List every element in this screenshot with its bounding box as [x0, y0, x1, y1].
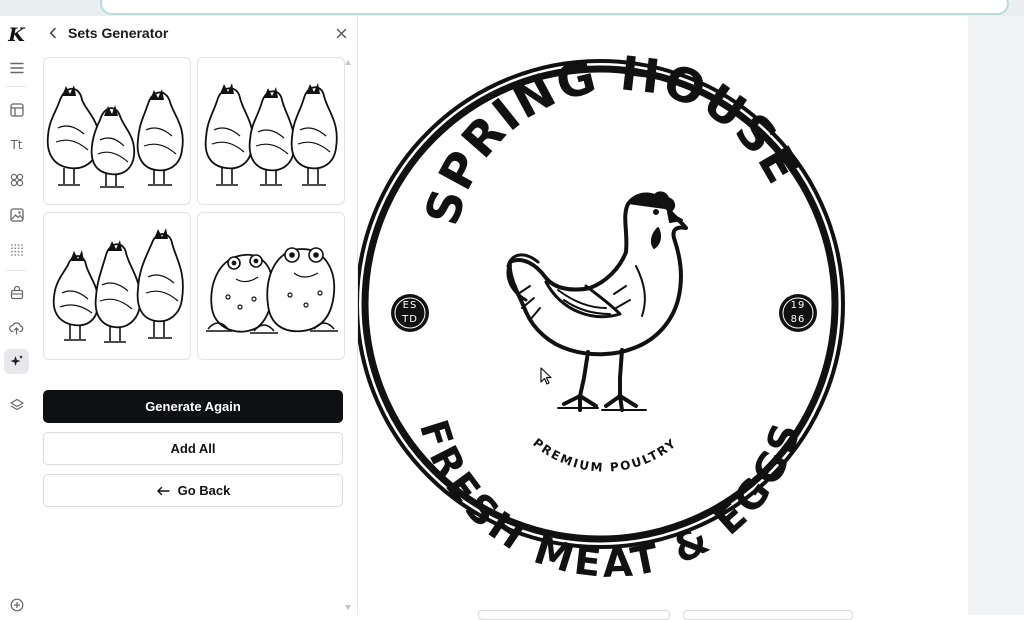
- panel-header: Sets Generator: [33, 16, 357, 52]
- elements-icon: [10, 173, 23, 186]
- hens-illustration: [52, 228, 184, 343]
- generate-again-label: Generate Again: [145, 399, 241, 414]
- rail-item-templates[interactable]: [4, 97, 29, 122]
- app-logo[interactable]: K: [4, 22, 29, 47]
- text-icon: Tt: [10, 137, 23, 152]
- result-thumbnail[interactable]: [197, 57, 345, 205]
- left-badge-line2: TD: [401, 314, 418, 325]
- rail-divider: [7, 86, 25, 87]
- rail-item-text[interactable]: Tt: [4, 132, 29, 157]
- menu-icon: [9, 62, 24, 73]
- menu-button[interactable]: [4, 55, 29, 80]
- brand-kit-icon: [10, 285, 23, 299]
- tool-rail: K Tt: [0, 16, 34, 615]
- close-icon: [336, 28, 346, 38]
- left-badge: ES TD: [391, 294, 429, 332]
- add-all-button[interactable]: Add All: [43, 432, 343, 465]
- result-thumbnail[interactable]: [43, 212, 191, 360]
- scroll-down-arrow[interactable]: [345, 605, 351, 610]
- panel-close-button[interactable]: [333, 25, 349, 41]
- toads-illustration: [206, 247, 338, 334]
- logo-letter: K: [8, 23, 25, 46]
- rail-item-brand[interactable]: [4, 280, 29, 305]
- rail-item-patterns[interactable]: [4, 237, 29, 262]
- result-thumbnail[interactable]: [197, 212, 345, 360]
- rail-divider: [7, 270, 25, 271]
- grid-icon: [10, 243, 23, 256]
- hens-illustration: [204, 83, 338, 186]
- add-circle-icon: [10, 598, 23, 611]
- address-bar[interactable]: [100, 0, 1009, 15]
- bottom-toolbar-button[interactable]: [478, 610, 670, 620]
- upload-icon: [9, 321, 24, 335]
- left-badge-line1: ES: [403, 300, 418, 311]
- rail-item-uploads[interactable]: [4, 315, 29, 340]
- go-back-label: Go Back: [177, 483, 231, 498]
- layout-icon: [9, 102, 24, 117]
- rail-item-layers[interactable]: [4, 392, 29, 417]
- right-badge: 19 86: [779, 294, 817, 332]
- generate-again-button[interactable]: Generate Again: [43, 390, 343, 423]
- rail-item-magic[interactable]: [4, 349, 29, 374]
- bottom-toolbar-button[interactable]: [683, 610, 853, 620]
- magic-sparkle-icon: [10, 355, 23, 366]
- spring-house-logo[interactable]: SPRING HOUSE FRESH MEAT & EGGS PREMIUM P…: [355, 16, 968, 615]
- chevron-left-icon: [49, 27, 56, 39]
- sets-generator-panel: Sets Generator Generate Again Add All Go…: [33, 16, 358, 615]
- right-badge-line1: 19: [791, 300, 806, 311]
- hens-illustration: [46, 85, 184, 188]
- rail-item-elements[interactable]: [4, 167, 29, 192]
- layers-icon: [9, 398, 24, 410]
- right-badge-line2: 86: [791, 314, 806, 325]
- design-canvas[interactable]: SPRING HOUSE FRESH MEAT & EGGS PREMIUM P…: [355, 16, 968, 615]
- rail-item-add[interactable]: [4, 592, 29, 617]
- add-all-label: Add All: [170, 441, 216, 456]
- panel-back-button[interactable]: [45, 25, 61, 41]
- panel-title: Sets Generator: [68, 25, 169, 41]
- mouse-pointer-icon: [540, 367, 552, 390]
- rail-item-images[interactable]: [4, 202, 29, 227]
- result-thumbnail[interactable]: [43, 57, 191, 205]
- go-back-button[interactable]: Go Back: [43, 474, 343, 507]
- browser-bar: [0, 0, 1024, 16]
- right-sidebar: [968, 16, 1024, 615]
- results-scrollbar[interactable]: [345, 60, 351, 610]
- image-icon: [9, 207, 24, 222]
- arrow-left-icon: [156, 486, 170, 496]
- scroll-up-arrow[interactable]: [345, 60, 351, 65]
